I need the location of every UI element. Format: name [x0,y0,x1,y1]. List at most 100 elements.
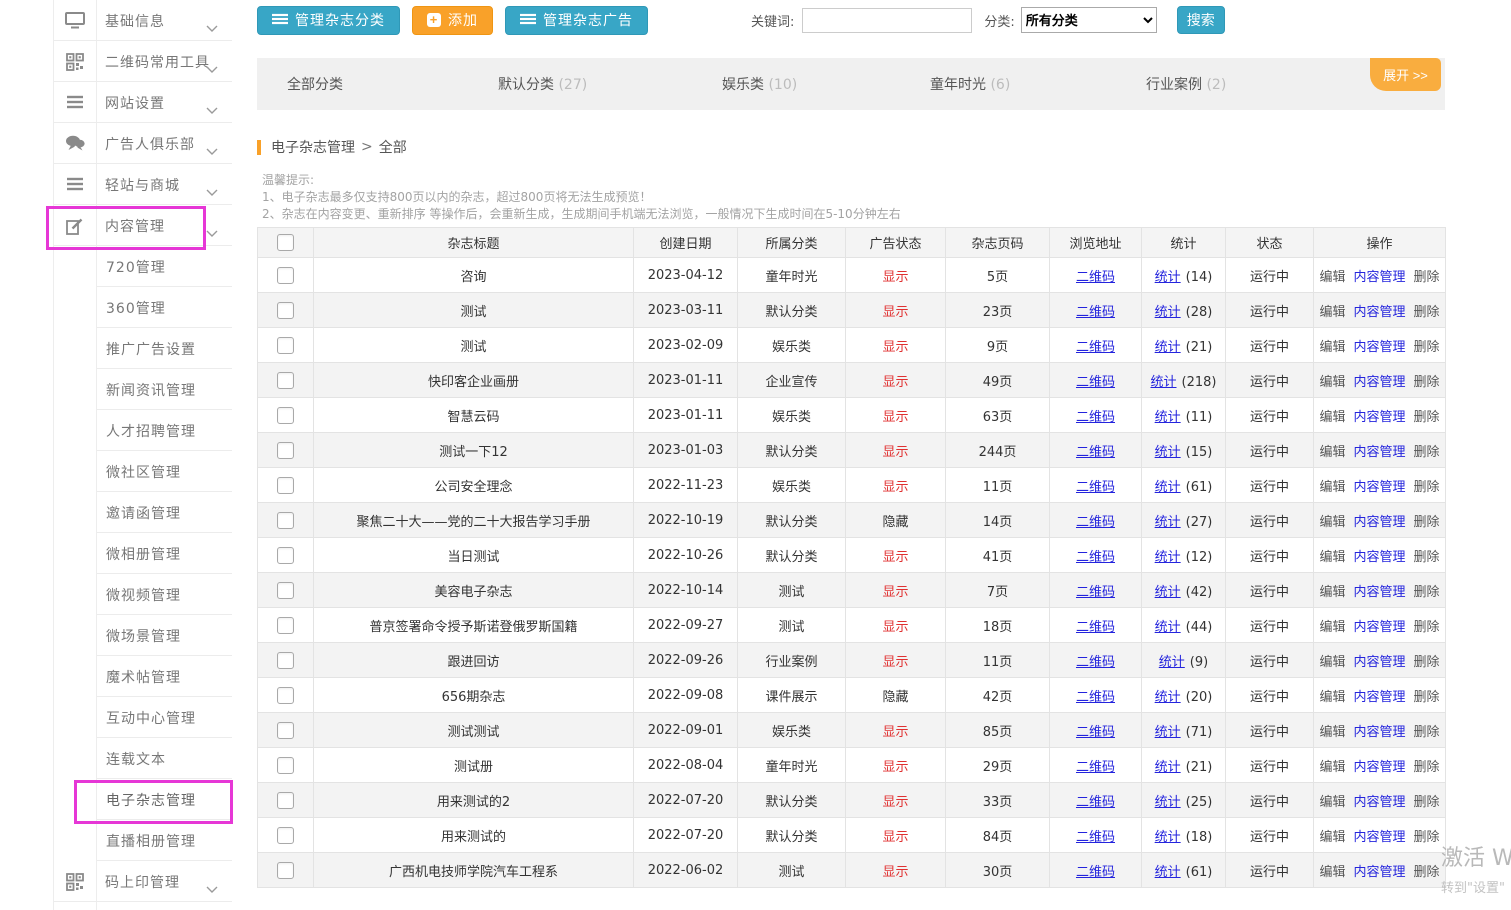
search-button[interactable]: 搜索 [1177,6,1225,34]
ad-status-toggle[interactable]: 显示 [882,480,908,495]
add-magazine-button[interactable]: + 添加 [412,6,493,35]
edit-link[interactable]: 编辑 [1319,760,1345,775]
delete-link[interactable]: 删除 [1414,725,1440,740]
sidebar-item-5-5[interactable]: 微社区管理 [97,451,232,492]
qrcode-link[interactable]: 二维码 [1076,270,1115,285]
content-manage-link[interactable]: 内容管理 [1353,655,1405,670]
stats-link[interactable]: 统计 [1155,305,1181,320]
stats-link[interactable]: 统计 [1159,655,1185,670]
row-checkbox[interactable] [277,617,294,634]
ad-status-toggle[interactable]: 显示 [882,725,908,740]
delete-link[interactable]: 删除 [1414,655,1440,670]
edit-link[interactable]: 编辑 [1319,865,1345,880]
sidebar-group-6[interactable]: 码上印管理 [54,861,232,902]
qrcode-link[interactable]: 二维码 [1076,620,1115,635]
delete-link[interactable]: 删除 [1414,830,1440,845]
sidebar-item-5-9[interactable]: 微场景管理 [97,615,232,656]
ad-status-toggle[interactable]: 显示 [882,760,908,775]
delete-link[interactable]: 删除 [1414,690,1440,705]
qrcode-link[interactable]: 二维码 [1076,830,1115,845]
content-manage-link[interactable]: 内容管理 [1353,830,1405,845]
sidebar-group-3[interactable]: 广告人俱乐部 [54,123,232,164]
delete-link[interactable]: 删除 [1414,550,1440,565]
ad-status-toggle[interactable]: 显示 [882,305,908,320]
edit-link[interactable]: 编辑 [1319,445,1345,460]
content-manage-link[interactable]: 内容管理 [1353,375,1405,390]
sidebar-group-7[interactable] [54,902,232,910]
category-tab-0[interactable]: 全部分类 [287,74,343,94]
stats-link[interactable]: 统计 [1155,690,1181,705]
edit-link[interactable]: 编辑 [1319,725,1345,740]
ad-status-toggle[interactable]: 显示 [882,620,908,635]
select-all-checkbox[interactable] [277,234,294,251]
row-checkbox[interactable] [277,687,294,704]
content-manage-link[interactable]: 内容管理 [1353,550,1405,565]
row-checkbox[interactable] [277,757,294,774]
row-checkbox[interactable] [277,442,294,459]
edit-link[interactable]: 编辑 [1319,585,1345,600]
edit-link[interactable]: 编辑 [1319,480,1345,495]
edit-link[interactable]: 编辑 [1319,690,1345,705]
content-manage-link[interactable]: 内容管理 [1353,865,1405,880]
row-checkbox[interactable] [277,862,294,879]
edit-link[interactable]: 编辑 [1319,795,1345,810]
manage-magazine-ads-button[interactable]: 管理杂志广告 [505,6,648,35]
row-checkbox[interactable] [277,547,294,564]
qrcode-link[interactable]: 二维码 [1076,655,1115,670]
delete-link[interactable]: 删除 [1414,375,1440,390]
ad-status-toggle[interactable]: 显示 [882,340,908,355]
content-manage-link[interactable]: 内容管理 [1353,410,1405,425]
qrcode-link[interactable]: 二维码 [1076,795,1115,810]
edit-link[interactable]: 编辑 [1319,270,1345,285]
ad-status-toggle[interactable]: 显示 [882,410,908,425]
ad-status-toggle[interactable]: 显示 [882,795,908,810]
edit-link[interactable]: 编辑 [1319,830,1345,845]
breadcrumb-root[interactable]: 电子杂志管理 [271,137,355,157]
stats-link[interactable]: 统计 [1155,270,1181,285]
qrcode-link[interactable]: 二维码 [1076,550,1115,565]
content-manage-link[interactable]: 内容管理 [1353,585,1405,600]
stats-link[interactable]: 统计 [1155,410,1181,425]
sidebar-item-5-11[interactable]: 互动中心管理 [97,697,232,738]
sidebar-item-5-12[interactable]: 连载文本 [97,738,232,779]
category-tab-4[interactable]: 行业案例 (2) [1146,74,1226,94]
category-tab-2[interactable]: 娱乐类 (10) [722,74,797,94]
keyword-input[interactable] [802,8,972,33]
row-checkbox[interactable] [277,652,294,669]
delete-link[interactable]: 删除 [1414,340,1440,355]
stats-link[interactable]: 统计 [1155,515,1181,530]
stats-link[interactable]: 统计 [1155,620,1181,635]
row-checkbox[interactable] [277,512,294,529]
qrcode-link[interactable]: 二维码 [1076,690,1115,705]
sidebar-item-5-3[interactable]: 新闻资讯管理 [97,369,232,410]
stats-link[interactable]: 统计 [1155,480,1181,495]
content-manage-link[interactable]: 内容管理 [1353,760,1405,775]
ad-status-toggle[interactable]: 隐藏 [882,690,908,705]
category-tab-1[interactable]: 默认分类 (27) [498,74,587,94]
sidebar-item-5-10[interactable]: 魔术帖管理 [97,656,232,697]
content-manage-link[interactable]: 内容管理 [1353,725,1405,740]
ad-status-toggle[interactable]: 显示 [882,585,908,600]
qrcode-link[interactable]: 二维码 [1076,340,1115,355]
qrcode-link[interactable]: 二维码 [1076,305,1115,320]
content-manage-link[interactable]: 内容管理 [1353,270,1405,285]
stats-link[interactable]: 统计 [1155,340,1181,355]
category-tab-3[interactable]: 童年时光 (6) [930,74,1010,94]
expand-button[interactable]: 展开 >> [1370,58,1441,91]
sidebar-group-0[interactable]: 基础信息 [54,0,232,41]
stats-link[interactable]: 统计 [1155,795,1181,810]
edit-link[interactable]: 编辑 [1319,620,1345,635]
row-checkbox[interactable] [277,267,294,284]
ad-status-toggle[interactable]: 显示 [882,830,908,845]
sidebar-group-4[interactable]: 轻站与商城 [54,164,232,205]
ad-status-toggle[interactable]: 隐藏 [882,515,908,530]
edit-link[interactable]: 编辑 [1319,515,1345,530]
delete-link[interactable]: 删除 [1414,445,1440,460]
row-checkbox[interactable] [277,372,294,389]
ad-status-toggle[interactable]: 显示 [882,270,908,285]
qrcode-link[interactable]: 二维码 [1076,375,1115,390]
delete-link[interactable]: 删除 [1414,760,1440,775]
stats-link[interactable]: 统计 [1155,550,1181,565]
qrcode-link[interactable]: 二维码 [1076,865,1115,880]
sidebar-item-5-14[interactable]: 直播相册管理 [97,820,232,861]
